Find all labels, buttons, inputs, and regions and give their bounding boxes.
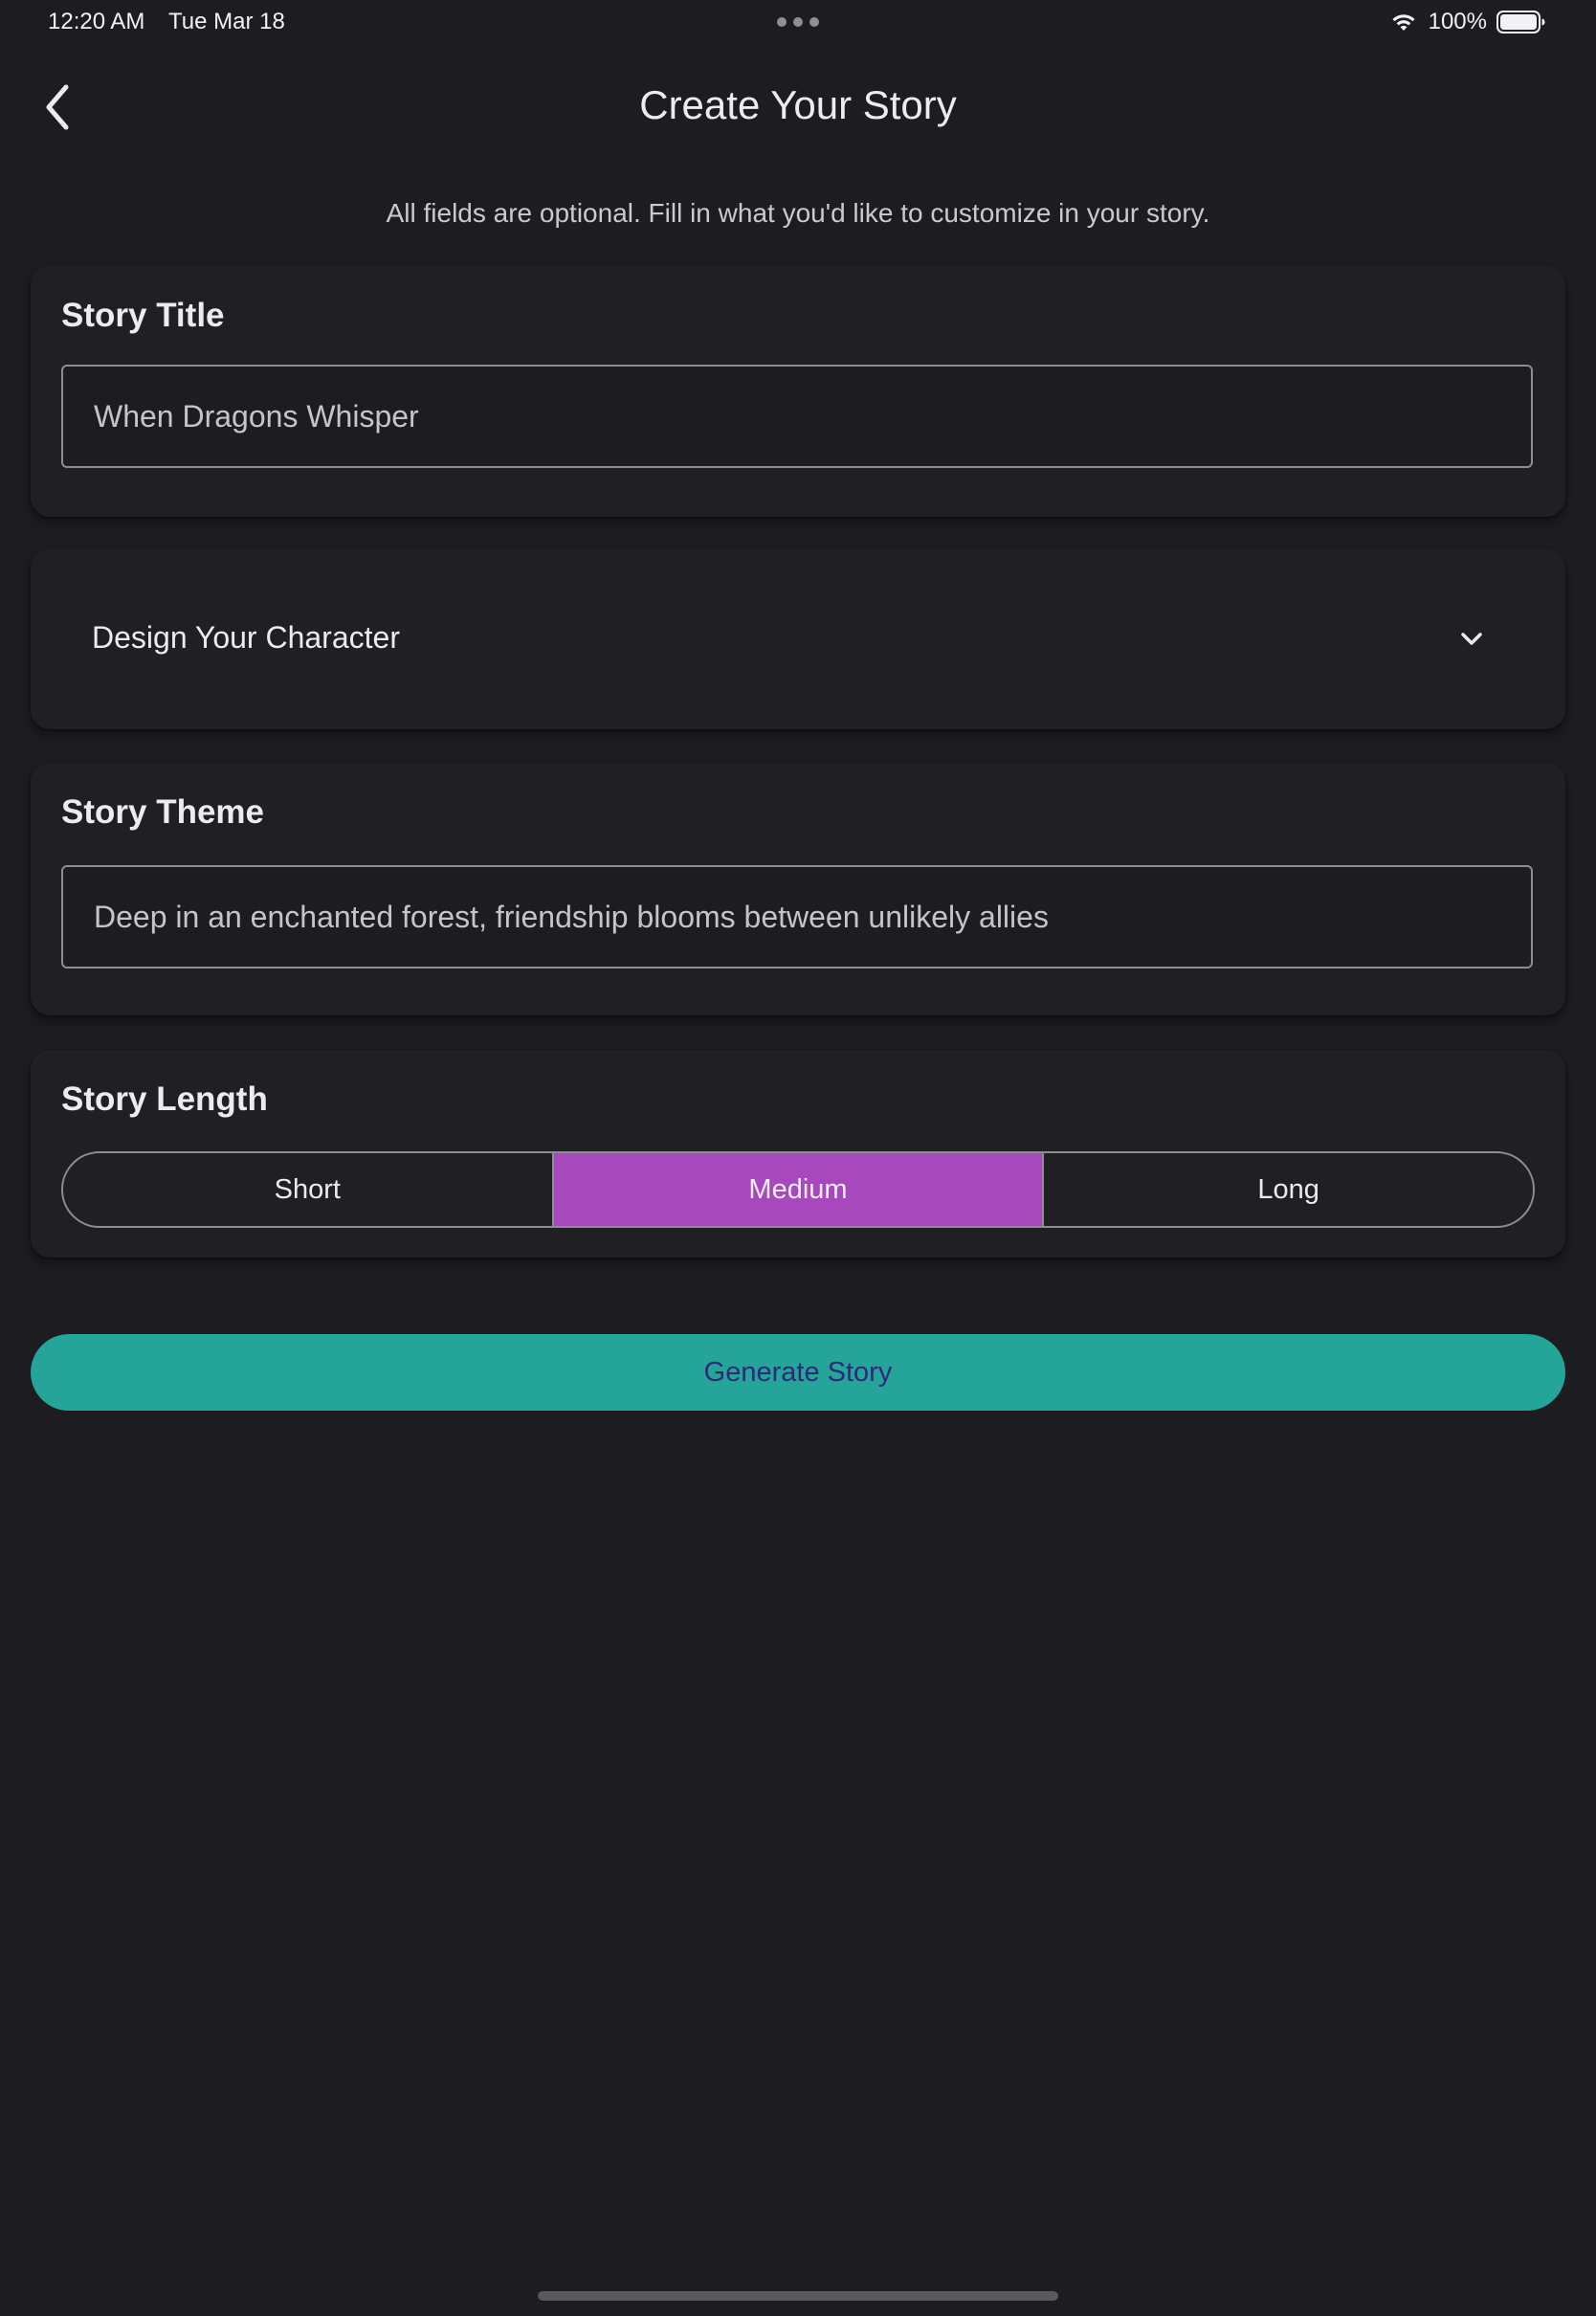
length-option-short[interactable]: Short [63, 1153, 552, 1226]
home-indicator[interactable] [538, 2291, 1058, 2301]
story-length-label: Story Length [61, 1080, 268, 1118]
status-indicators: 100% [1388, 9, 1546, 35]
design-character-expander[interactable]: Design Your Character [31, 549, 1565, 729]
status-time: 12:20 AM [48, 9, 145, 34]
wifi-icon [1392, 14, 1415, 31]
multitasking-dots-icon[interactable] [777, 17, 819, 27]
story-theme-input[interactable]: Deep in an enchanted forest, friendship … [61, 865, 1533, 969]
battery-icon [1496, 11, 1545, 33]
battery-percentage: 100% [1428, 9, 1487, 34]
form-instructions: All fields are optional. Fill in what yo… [386, 198, 1210, 228]
status-bar: 12:20 AM Tue Mar 18 100% [0, 0, 1596, 46]
story-title-label: Story Title [61, 297, 225, 334]
length-option-long[interactable]: Long [1042, 1153, 1533, 1226]
story-length-selector: Short Medium Long [61, 1151, 1535, 1228]
story-theme-card: Story Theme Deep in an enchanted forest,… [31, 763, 1565, 1015]
page-title: Create Your Story [639, 82, 957, 127]
story-theme-label: Story Theme [61, 793, 264, 831]
status-date: Tue Mar 18 [168, 9, 285, 34]
length-option-medium[interactable]: Medium [551, 1153, 1043, 1226]
story-length-card: Story Length Short Medium Long [31, 1050, 1565, 1258]
story-title-input[interactable]: When Dragons Whisper [61, 365, 1533, 468]
generate-story-button[interactable]: Generate Story [31, 1334, 1565, 1411]
chevron-down-icon [1461, 633, 1482, 645]
story-title-card: Story Title When Dragons Whisper [31, 266, 1565, 517]
design-character-label: Design Your Character [92, 620, 400, 655]
